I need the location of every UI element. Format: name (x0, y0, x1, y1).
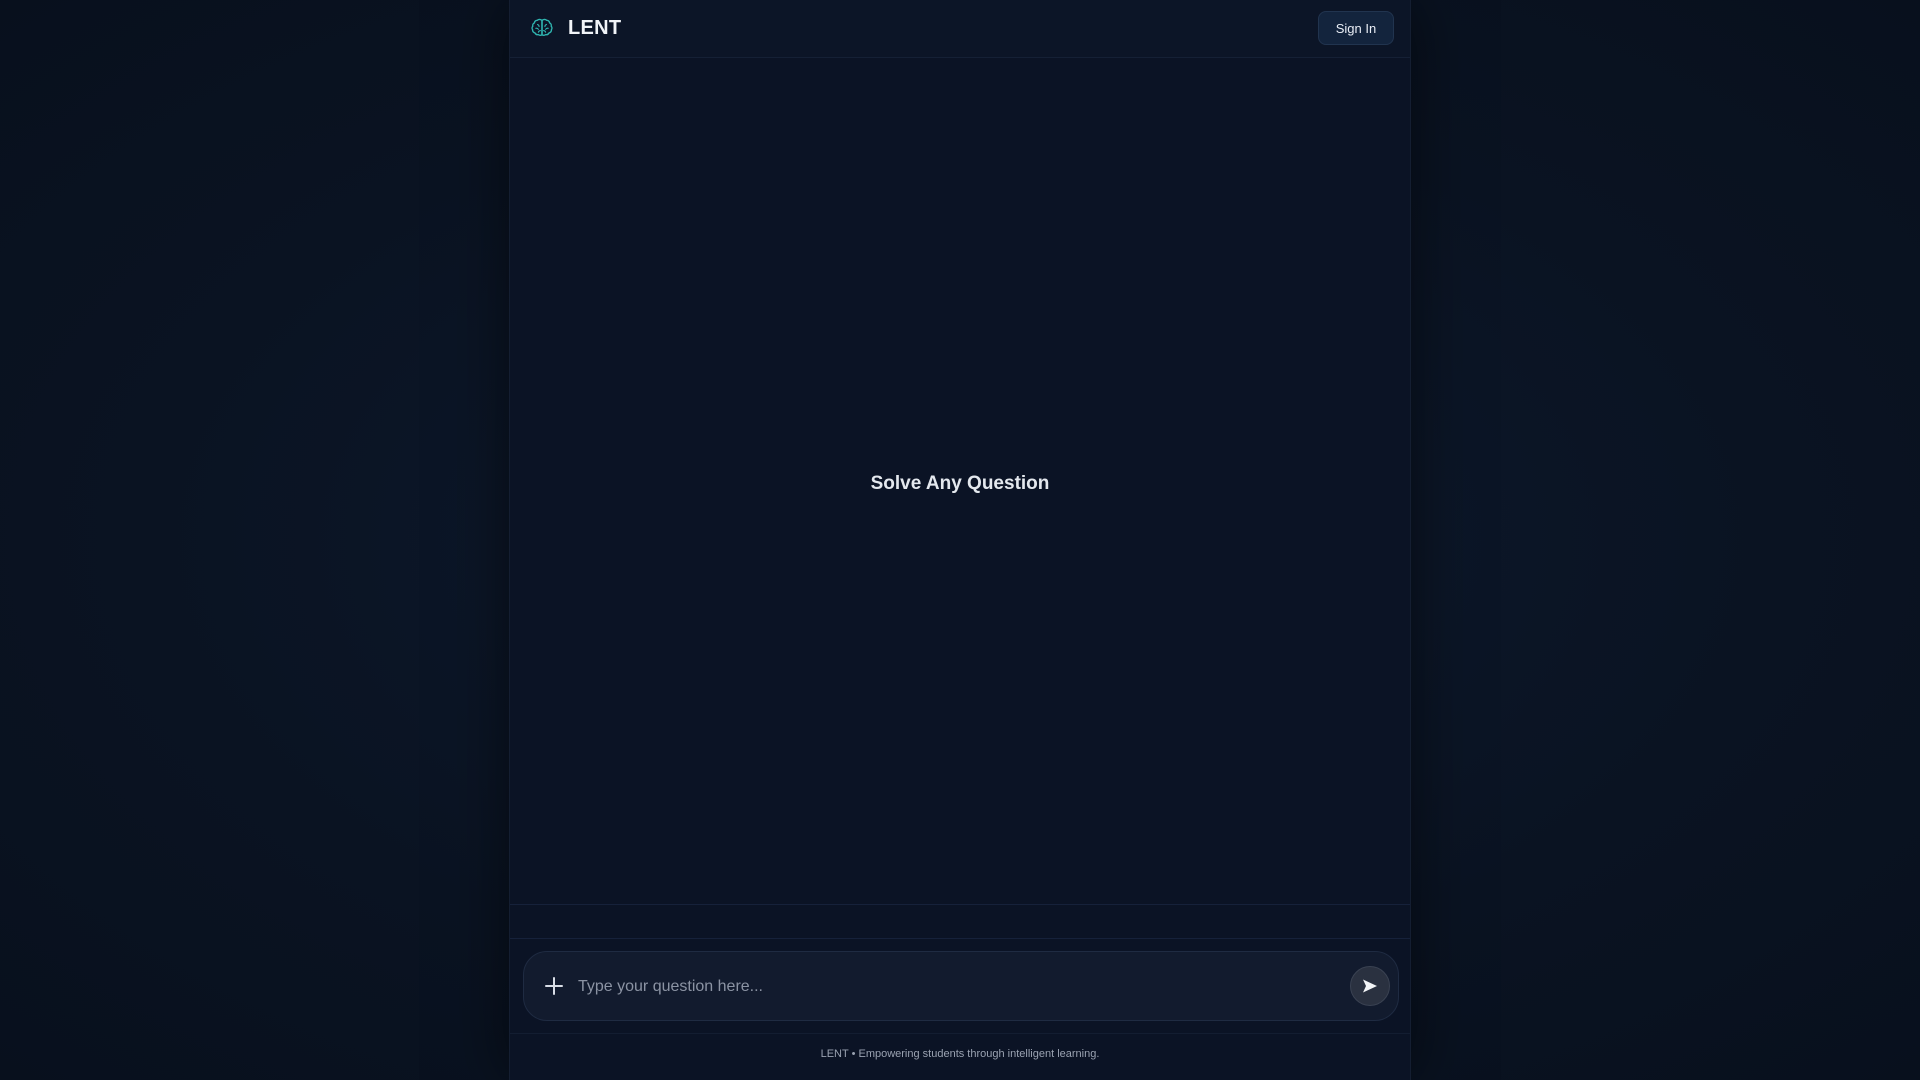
hero-title: Solve Any Question (870, 473, 1050, 494)
attach-button[interactable] (536, 968, 572, 1004)
divider (510, 1033, 1410, 1034)
app-window: LENT Sign In Solve Any Question LENT • E… (509, 0, 1411, 1080)
chat-area: Solve Any Question (510, 58, 1410, 904)
plus-icon (545, 977, 563, 995)
sign-in-button[interactable]: Sign In (1318, 11, 1394, 45)
top-header: LENT Sign In (510, 0, 1410, 58)
question-composer (523, 951, 1399, 1021)
send-icon (1363, 979, 1377, 993)
divider (510, 904, 1410, 905)
divider (510, 938, 1410, 939)
question-input[interactable] (576, 970, 1320, 1004)
footer-tagline: LENT • Empowering students through intel… (820, 1048, 1100, 1060)
brand[interactable]: LENT (530, 16, 621, 40)
brain-icon (531, 18, 553, 36)
send-button[interactable] (1350, 966, 1390, 1006)
brand-name: LENT (568, 16, 622, 39)
